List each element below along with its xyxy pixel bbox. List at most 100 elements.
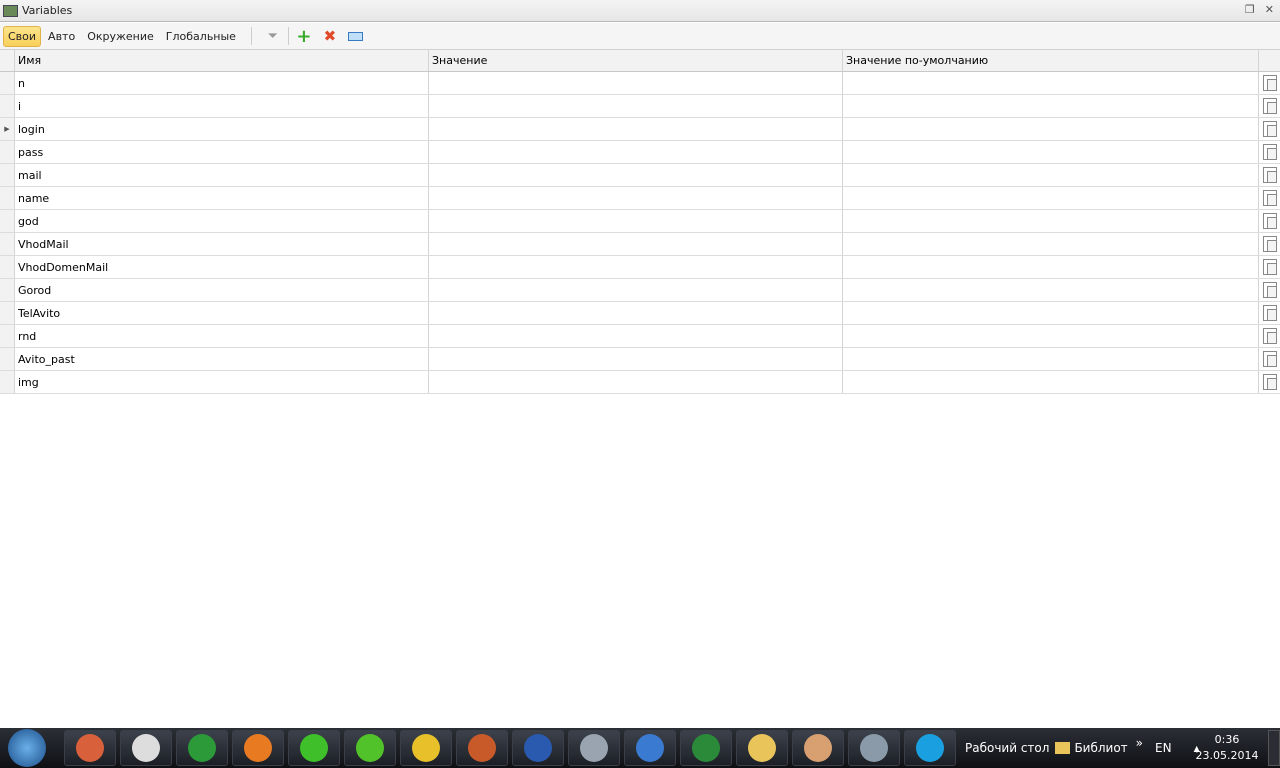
copy-icon[interactable]: [1262, 259, 1277, 275]
row-header[interactable]: [0, 348, 15, 370]
default-value-cell[interactable]: [843, 95, 1259, 117]
name-cell[interactable]: pass: [15, 141, 429, 163]
restore-icon[interactable]: ❐: [1245, 3, 1255, 16]
value-cell[interactable]: [429, 141, 843, 163]
value-cell[interactable]: [429, 302, 843, 324]
table-row[interactable]: god: [0, 210, 1280, 233]
value-cell[interactable]: [429, 348, 843, 370]
table-row[interactable]: img: [0, 371, 1280, 394]
table-row[interactable]: Gorod: [0, 279, 1280, 302]
tab-environment[interactable]: Окружение: [82, 26, 159, 47]
value-cell[interactable]: [429, 256, 843, 278]
column-name[interactable]: Имя: [15, 50, 429, 71]
value-cell[interactable]: [429, 187, 843, 209]
name-cell[interactable]: mail: [15, 164, 429, 186]
default-value-cell[interactable]: [843, 279, 1259, 301]
tab-own[interactable]: Свои: [3, 25, 42, 47]
default-value-cell[interactable]: [843, 302, 1259, 324]
taskbar-app-firefox-2[interactable]: [456, 730, 508, 766]
language-indicator[interactable]: EN: [1155, 741, 1172, 755]
default-value-cell[interactable]: [843, 187, 1259, 209]
tab-global[interactable]: Глобальные: [161, 26, 241, 47]
default-value-cell[interactable]: [843, 233, 1259, 255]
rename-icon[interactable]: [348, 28, 364, 44]
name-cell[interactable]: Gorod: [15, 279, 429, 301]
name-cell[interactable]: Avito_past: [15, 348, 429, 370]
taskbar-app-word[interactable]: [512, 730, 564, 766]
taskbar-app-explorer[interactable]: [736, 730, 788, 766]
copy-icon[interactable]: [1262, 213, 1277, 229]
value-cell[interactable]: [429, 164, 843, 186]
taskbar-app-virtualbox[interactable]: [120, 730, 172, 766]
desktop-toolbar[interactable]: Рабочий стол: [965, 741, 1049, 755]
row-header[interactable]: [0, 256, 15, 278]
taskbar-app-firefox[interactable]: [232, 730, 284, 766]
copy-icon[interactable]: [1262, 144, 1277, 160]
row-header[interactable]: [0, 279, 15, 301]
default-value-cell[interactable]: [843, 118, 1259, 140]
row-header[interactable]: [0, 164, 15, 186]
table-row[interactable]: name: [0, 187, 1280, 210]
row-header[interactable]: [0, 72, 15, 94]
row-header[interactable]: [0, 233, 15, 255]
table-row[interactable]: i: [0, 95, 1280, 118]
value-cell[interactable]: [429, 118, 843, 140]
table-row[interactable]: VhodDomenMail: [0, 256, 1280, 279]
table-row[interactable]: mail: [0, 164, 1280, 187]
taskbar-app-mail-agent[interactable]: [288, 730, 340, 766]
table-row[interactable]: ▶ login: [0, 118, 1280, 141]
name-cell[interactable]: login: [15, 118, 429, 140]
copy-icon[interactable]: [1262, 351, 1277, 367]
row-header[interactable]: [0, 210, 15, 232]
row-header[interactable]: [0, 187, 15, 209]
copy-icon[interactable]: [1262, 190, 1277, 206]
taskbar-app-zennoposter-2[interactable]: [624, 730, 676, 766]
taskbar-app-downloader[interactable]: [792, 730, 844, 766]
show-desktop-button[interactable]: [1268, 730, 1280, 766]
name-cell[interactable]: rnd: [15, 325, 429, 347]
taskbar-app-utorrent[interactable]: [176, 730, 228, 766]
default-value-cell[interactable]: [843, 72, 1259, 94]
clock[interactable]: 0:36 23.05.2014: [1195, 732, 1259, 764]
table-row[interactable]: n: [0, 72, 1280, 95]
default-value-cell[interactable]: [843, 348, 1259, 370]
more-chevron[interactable]: »: [1136, 736, 1143, 750]
add-icon[interactable]: +: [296, 26, 312, 47]
tab-auto[interactable]: Авто: [43, 26, 80, 47]
name-cell[interactable]: name: [15, 187, 429, 209]
taskbar-app-firefox-beta[interactable]: [64, 730, 116, 766]
table-row[interactable]: rnd: [0, 325, 1280, 348]
taskbar-app-proxy-checker[interactable]: [848, 730, 900, 766]
copy-icon[interactable]: [1262, 328, 1277, 344]
filter-icon[interactable]: ⏷: [265, 28, 281, 44]
default-value-cell[interactable]: [843, 325, 1259, 347]
column-value[interactable]: Значение: [429, 50, 843, 71]
taskbar-app-icq[interactable]: [344, 730, 396, 766]
value-cell[interactable]: [429, 95, 843, 117]
start-button[interactable]: [8, 729, 46, 767]
default-value-cell[interactable]: [843, 210, 1259, 232]
copy-icon[interactable]: [1262, 282, 1277, 298]
table-row[interactable]: VhodMail: [0, 233, 1280, 256]
copy-icon[interactable]: [1262, 98, 1277, 114]
name-cell[interactable]: VhodDomenMail: [15, 256, 429, 278]
value-cell[interactable]: [429, 279, 843, 301]
column-default[interactable]: Значение по-умолчанию: [843, 50, 1259, 71]
value-cell[interactable]: [429, 371, 843, 393]
value-cell[interactable]: [429, 72, 843, 94]
name-cell[interactable]: img: [15, 371, 429, 393]
taskbar-app-zennoposter[interactable]: [568, 730, 620, 766]
name-cell[interactable]: god: [15, 210, 429, 232]
default-value-cell[interactable]: [843, 371, 1259, 393]
delete-icon[interactable]: ✖: [322, 27, 338, 45]
copy-icon[interactable]: [1262, 167, 1277, 183]
row-header[interactable]: [0, 302, 15, 324]
name-cell[interactable]: VhodMail: [15, 233, 429, 255]
taskbar-app-chrome[interactable]: [400, 730, 452, 766]
table-row[interactable]: pass: [0, 141, 1280, 164]
row-header[interactable]: ▶: [0, 118, 15, 140]
row-header[interactable]: [0, 95, 15, 117]
name-cell[interactable]: TelAvito: [15, 302, 429, 324]
row-header[interactable]: [0, 325, 15, 347]
copy-icon[interactable]: [1262, 305, 1277, 321]
